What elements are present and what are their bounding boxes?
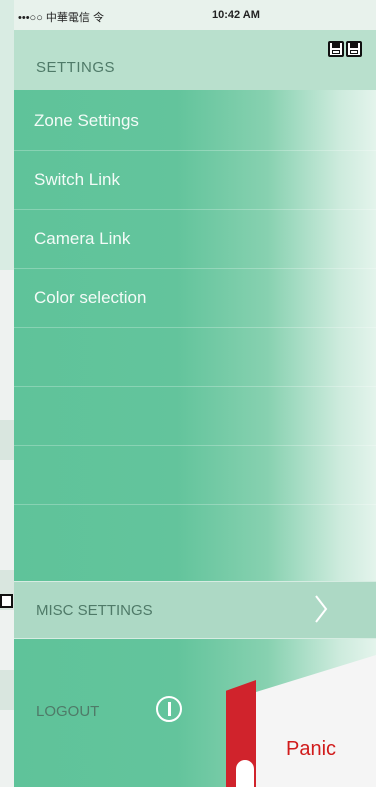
carrier-signal: •••○○ 中華電信 令 [18, 12, 104, 24]
settings-header: SETTINGS [14, 30, 376, 90]
settings-drawer: •••○○ 中華電信 令 10:42 AM SETTINGS Zone Sett… [14, 0, 376, 787]
menu-empty-row [14, 446, 376, 505]
logout-button[interactable]: LOGOUT [36, 703, 99, 720]
chevron-right-icon [315, 595, 328, 623]
menu-empty-row [14, 328, 376, 387]
clock: 10:42 AM [212, 9, 260, 21]
status-bar: •••○○ 中華電信 令 10:42 AM [14, 0, 376, 30]
background-row [0, 670, 14, 710]
panic-button-label[interactable]: Panic [286, 738, 336, 761]
menu-item-switch-link[interactable]: Switch Link [14, 151, 376, 210]
info-icon[interactable] [156, 696, 182, 722]
background-app-panel [0, 270, 14, 787]
menu-item-color-selection[interactable]: Color selection [14, 269, 376, 328]
misc-settings-button[interactable]: MISC SETTINGS [14, 581, 376, 639]
menu-item-zone-settings[interactable]: Zone Settings [14, 92, 376, 151]
save-icons [328, 41, 362, 57]
panic-shape [236, 760, 254, 787]
menu-empty-row [14, 387, 376, 446]
settings-menu: Zone Settings Switch Link Camera Link Co… [14, 92, 376, 505]
settings-title: SETTINGS [36, 59, 116, 76]
floppy-icon[interactable] [0, 594, 13, 608]
floppy-icon[interactable] [346, 41, 362, 57]
background-row [0, 420, 14, 460]
floppy-icon[interactable] [328, 41, 344, 57]
misc-settings-label: MISC SETTINGS [36, 602, 153, 619]
menu-item-camera-link[interactable]: Camera Link [14, 210, 376, 269]
